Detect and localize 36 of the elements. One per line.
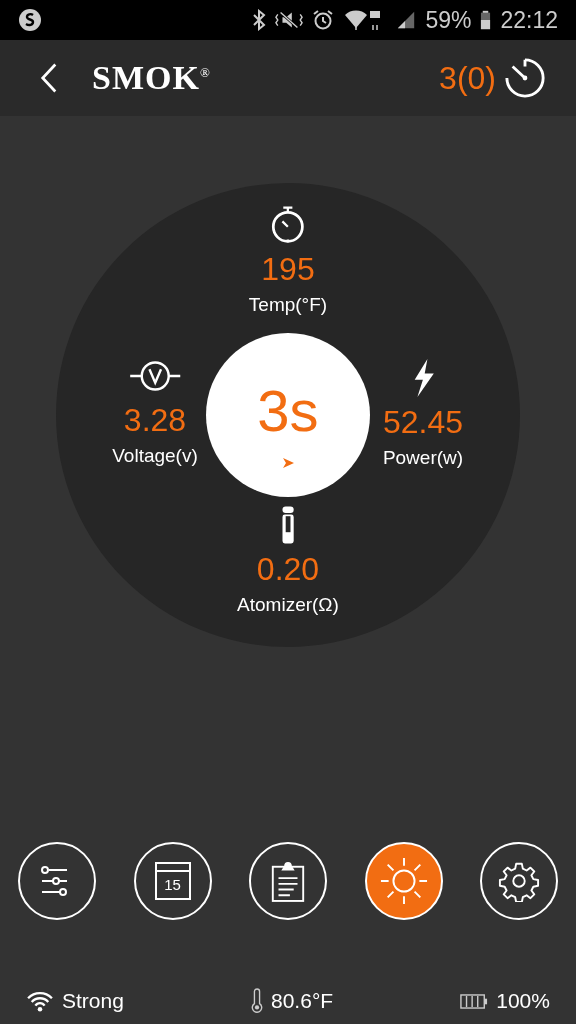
battery-percent: 100% [496,989,550,1013]
temperature-reading: 80.6°F [271,989,334,1013]
vibrate-mute-icon [275,9,304,31]
reading-label: Temp(°F) [248,293,328,317]
sun-icon [379,857,428,905]
brand-logo: SMOK$^{®}$ [92,59,211,97]
bluetooth-icon [252,9,267,31]
calendar-button[interactable]: 15 [133,842,212,920]
battery-icon [480,9,492,31]
cell-signal-icon [396,9,417,31]
alarm-icon [312,9,335,31]
clipboard-button[interactable] [249,842,327,920]
puff-count: 3(0) [439,59,496,97]
reading-label: Atomizer(Ω) [237,593,339,617]
calendar-day: 15 [156,872,189,898]
timer-icon[interactable] [504,57,546,99]
reading-label: Voltage(v) [112,444,198,468]
reading-value: 3.28 [123,401,187,440]
battery-level-icon [460,993,489,1009]
sliders-button[interactable] [18,842,96,920]
atomizer-icon [279,505,297,545]
chevron-icon [282,457,294,468]
thermometer-icon [251,988,263,1014]
app-notification-icon [18,8,42,32]
back-button[interactable] [40,62,58,94]
battery-percent: 59% [425,6,472,34]
reading-value: 195 [261,250,315,289]
reading-label: Power(w) [382,446,464,470]
settings-icon [498,860,540,902]
gear-button[interactable] [480,842,558,920]
reading-value: 52.45 [382,403,464,442]
reading-value: 0.20 [256,550,320,589]
signal-strength: Strong [62,989,124,1013]
clipboard-icon [269,859,307,903]
wifi-icon [26,990,54,1012]
clock-time: 22:12 [500,6,558,34]
